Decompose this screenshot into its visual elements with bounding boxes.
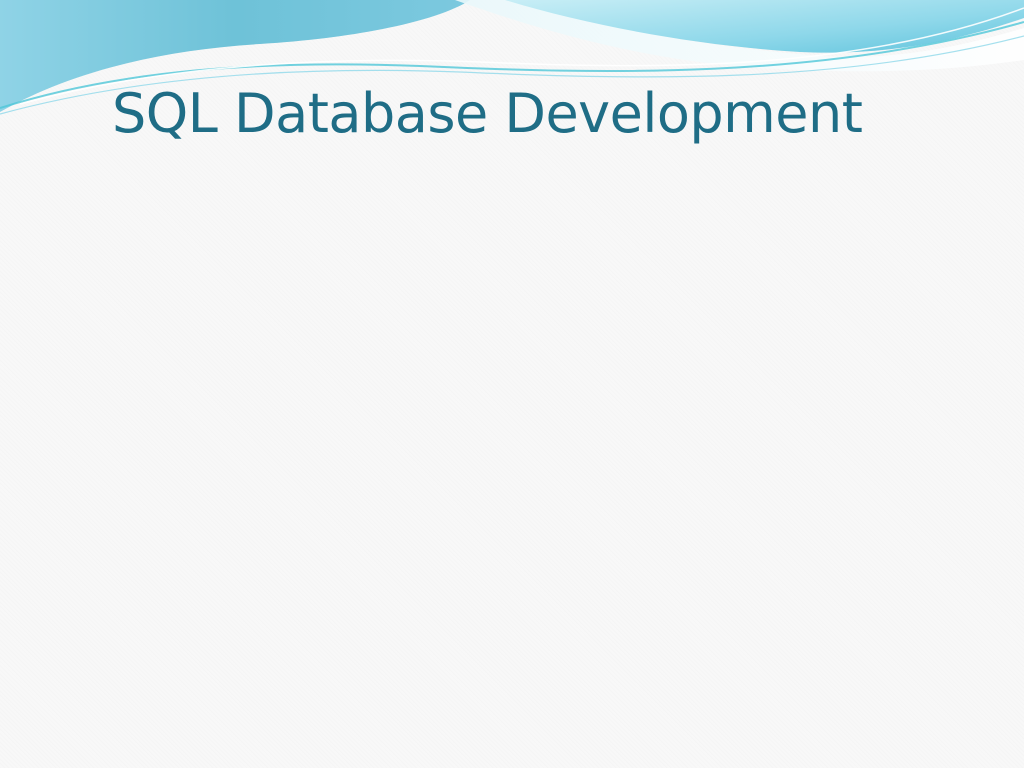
slide-title: SQL Database Development <box>112 82 863 145</box>
slide: SQL Database Development <box>0 0 1024 768</box>
